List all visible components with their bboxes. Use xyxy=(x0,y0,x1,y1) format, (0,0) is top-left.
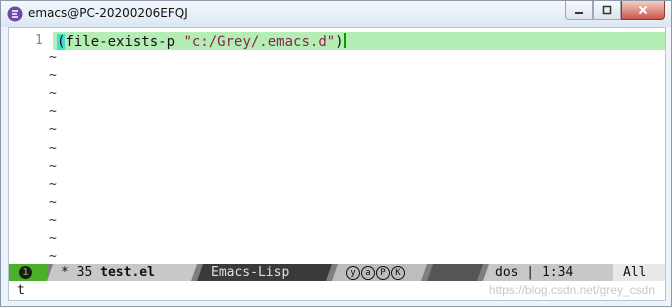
minor-mode-y[interactable]: y xyxy=(346,266,360,280)
empty-line-tilde: ~ xyxy=(49,158,57,174)
minor-modes-segment[interactable]: yaPK xyxy=(332,264,427,281)
function-name: file-exists-p xyxy=(65,34,184,50)
echo-text: t xyxy=(17,283,25,298)
close-paren: ) xyxy=(335,34,344,50)
empty-line-tilde: ~ xyxy=(49,249,57,265)
empty-line-tilde: ~ xyxy=(49,231,57,246)
major-mode-segment[interactable]: Emacs-Lisp xyxy=(197,264,332,281)
line-number: 1 xyxy=(35,33,43,48)
scroll-segment: All xyxy=(613,264,665,281)
major-mode[interactable]: Emacs-Lisp xyxy=(211,265,289,280)
modeline-spacer xyxy=(427,264,483,281)
code-line[interactable]: (file-exists-p "c:/Grey/.emacs.d") xyxy=(57,33,346,50)
minor-mode-a[interactable]: a xyxy=(361,266,375,280)
empty-line-tilde: ~ xyxy=(49,68,57,84)
echo-area[interactable]: t https://blog.csdn.net/grey_csdn xyxy=(9,281,665,300)
minimize-icon xyxy=(575,12,583,14)
emacs-icon xyxy=(7,6,23,22)
empty-line-tilde: ~ xyxy=(49,104,57,120)
text-cursor xyxy=(343,33,346,48)
eol-type[interactable]: dos xyxy=(495,265,518,280)
current-line[interactable]: 1 (file-exists-p "c:/Grey/.emacs.d") xyxy=(9,32,665,50)
empty-line-tilde: ~ xyxy=(49,212,57,228)
minor-mode-k[interactable]: K xyxy=(391,266,405,280)
maximize-icon xyxy=(602,5,612,15)
close-button[interactable] xyxy=(621,1,665,20)
watermark: https://blog.csdn.net/grey_csdn xyxy=(488,283,655,297)
empty-line-tilde: ~ xyxy=(49,194,57,210)
position-segment: dos | 1:34 xyxy=(483,264,613,281)
empty-line-tilde: ~ xyxy=(49,50,57,65)
empty-line-tilde: ~ xyxy=(49,140,57,156)
empty-line-tilde: ~ xyxy=(49,122,57,138)
string-literal: "c:/Grey/.emacs.d" xyxy=(183,34,336,50)
cursor-position: 1:34 xyxy=(541,265,574,280)
scroll-position: All xyxy=(623,265,647,280)
close-icon xyxy=(638,5,648,15)
mode-line[interactable]: 1 * 35 test.el Emacs-Lisp yaPK dos | 1:3… xyxy=(9,264,665,281)
minor-mode-p[interactable]: P xyxy=(376,266,390,280)
window-title: emacs@PC-20200206EFQJ xyxy=(28,6,188,20)
window-controls xyxy=(565,1,665,21)
buffer-status: * 35 xyxy=(61,265,101,280)
title-bar[interactable]: emacs@PC-20200206EFQJ xyxy=(1,1,671,27)
emacs-window: emacs@PC-20200206EFQJ 1 (file-exists-p "… xyxy=(0,0,672,307)
empty-line-tilde: ~ xyxy=(49,86,57,102)
minimize-button[interactable] xyxy=(565,1,593,20)
window-number: 1 xyxy=(19,266,32,279)
buffer-name[interactable]: test.el xyxy=(100,265,155,280)
window-number-segment: 1 xyxy=(9,264,47,281)
buffer-segment[interactable]: * 35 test.el xyxy=(47,264,197,281)
editor-buffer[interactable]: 1 (file-exists-p "c:/Grey/.emacs.d") ~ ~ ~… xyxy=(9,28,665,264)
empty-line-tilde: ~ xyxy=(49,176,57,192)
emacs-frame: 1 (file-exists-p "c:/Grey/.emacs.d") ~ ~ ~… xyxy=(8,27,666,301)
maximize-button[interactable] xyxy=(593,1,621,20)
